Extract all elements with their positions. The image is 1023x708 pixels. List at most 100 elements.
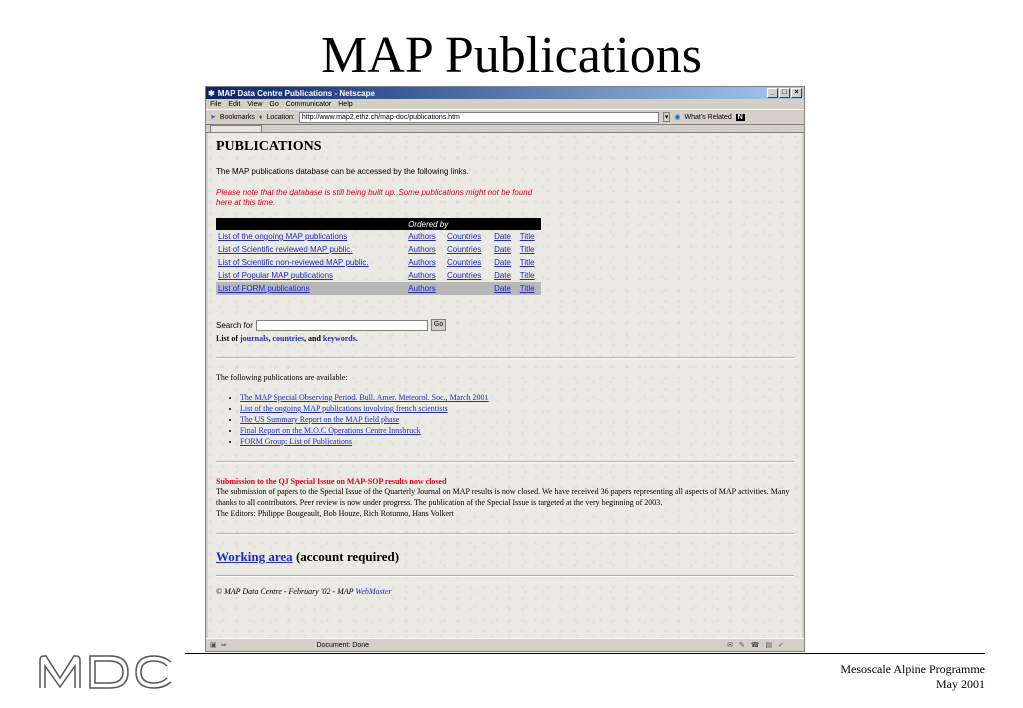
editors-text: The Editors: Philippe Bougeault, Bob Hou… [216, 509, 454, 518]
working-area: Working area (account required) [216, 549, 794, 565]
date-link[interactable]: Date [494, 232, 511, 241]
location-icon: ♦ [258, 113, 263, 121]
go-button[interactable]: Go [430, 319, 447, 331]
list-item: List of the ongoing MAP publications inv… [240, 403, 794, 414]
search-form: Search for Go [216, 319, 794, 331]
close-button[interactable]: × [791, 88, 802, 98]
submission-body: The submission of papers to the Special … [216, 487, 790, 507]
lists-prefix: List of [216, 334, 238, 343]
list-of-links: List of journals, countries, and keyword… [216, 334, 358, 343]
countries-link[interactable]: Countries [447, 271, 481, 280]
publication-lists-table: Ordered by List of the ongoing MAP publi… [216, 218, 541, 295]
keywords-link[interactable]: keywords [323, 334, 356, 343]
title-link[interactable]: Title [520, 258, 535, 267]
location-toolbar: ➤ Bookmarks ♦ Location: http://www.map2.… [206, 109, 804, 125]
working-area-link[interactable]: Working area [216, 549, 293, 564]
date-link[interactable]: Date [494, 258, 511, 267]
date-link[interactable]: Date [494, 271, 511, 280]
menu-view[interactable]: View [247, 101, 262, 108]
progress-icon: ⇒ [220, 642, 227, 649]
copyright: © MAP Data Centre - February '02 - MAP W… [216, 587, 794, 596]
list-link[interactable]: List of the ongoing MAP publications [218, 232, 347, 241]
window-titlebar: ✱ MAP Data Centre Publications - Netscap… [206, 87, 804, 99]
authors-link[interactable]: Authors [408, 271, 436, 280]
countries-link[interactable]: countries [272, 334, 304, 343]
table-row: List of the ongoing MAP publications Aut… [216, 230, 541, 243]
authors-link[interactable]: Authors [408, 284, 436, 293]
intro-text: The MAP publications database can be acc… [216, 167, 469, 176]
whats-related-icon[interactable]: ◉ [674, 113, 680, 121]
url-field[interactable]: http://www.map2.ethz.ch/map-doc/publicat… [298, 111, 659, 123]
netscape-app-icon: ✱ [208, 88, 215, 98]
table-row: List of Popular MAP publications Authors… [216, 269, 541, 282]
publication-link[interactable]: The MAP Special Observing Period. Bull. … [240, 393, 489, 402]
authors-link[interactable]: Authors [408, 232, 436, 241]
countries-link[interactable]: Countries [447, 232, 481, 241]
page-heading: PUBLICATIONS [216, 139, 322, 154]
footer-text: Mesoscale Alpine Programme May 2001 [840, 662, 985, 692]
footer-rule [185, 653, 985, 654]
menu-go[interactable]: Go [269, 101, 278, 108]
mdc-logo [39, 655, 172, 689]
divider [216, 357, 794, 359]
countries-link[interactable]: Countries [447, 258, 481, 267]
publication-link[interactable]: Final Report on the M.O.C Operations Cen… [240, 426, 421, 435]
footer-date: May 2001 [936, 677, 985, 691]
countries-link[interactable]: Countries [447, 245, 481, 254]
menu-help[interactable]: Help [338, 101, 352, 108]
menu-bar: File Edit View Go Communicator Help [206, 99, 804, 109]
minimize-button[interactable]: _ [767, 88, 778, 98]
submission-title: Submission to the QJ Special Issue on MA… [216, 477, 447, 486]
ordered-by-header: Ordered by [406, 218, 541, 230]
bookmarks-icon[interactable]: ➤ [210, 113, 216, 121]
list-item: The MAP Special Observing Period. Bull. … [240, 392, 794, 403]
list-link[interactable]: List of FORM publications [218, 284, 310, 293]
component-bar-icons[interactable]: ✉✎☎▤✓ [727, 641, 790, 649]
title-link[interactable]: Title [520, 232, 535, 241]
slide-title: MAP Publications [321, 27, 702, 84]
status-text: Document: Done [316, 641, 370, 649]
table-row: List of Scientific reviewed MAP public. … [216, 243, 541, 256]
menu-file[interactable]: File [210, 101, 221, 108]
journals-link[interactable]: journals [240, 334, 268, 343]
bookmarks-button[interactable]: Bookmarks [220, 114, 255, 121]
window-title: MAP Data Centre Publications - Netscape [217, 88, 375, 98]
authors-link[interactable]: Authors [408, 258, 436, 267]
authors-link[interactable]: Authors [408, 245, 436, 254]
url-dropdown-icon[interactable]: ▾ [662, 112, 671, 122]
warning-note: Please note that the database is still b… [216, 188, 533, 207]
security-icon[interactable]: ▣ [210, 641, 217, 649]
divider [216, 533, 794, 535]
date-link[interactable]: Date [494, 284, 511, 293]
publication-link[interactable]: The US Summary Report on the MAP field p… [240, 415, 399, 424]
maximize-button[interactable]: □ [779, 88, 790, 98]
divider [216, 461, 794, 463]
whats-related-button[interactable]: What's Related [685, 114, 732, 121]
location-label: Location: [266, 113, 295, 121]
netscape-logo-icon: N [735, 113, 745, 121]
menu-communicator[interactable]: Communicator [286, 101, 332, 108]
search-input[interactable] [255, 319, 428, 331]
list-item: Final Report on the M.O.C Operations Cen… [240, 425, 794, 436]
divider [216, 575, 794, 577]
available-intro: The following publications are available… [216, 373, 348, 382]
browser-window: ✱ MAP Data Centre Publications - Netscap… [205, 86, 805, 652]
page-content: PUBLICATIONS The MAP publications databa… [208, 133, 802, 639]
title-link[interactable]: Title [520, 271, 535, 280]
search-label: Search for [216, 320, 253, 330]
title-link[interactable]: Title [520, 245, 535, 254]
list-link[interactable]: List of Popular MAP publications [218, 271, 333, 280]
publication-link[interactable]: List of the ongoing MAP publications inv… [240, 404, 448, 413]
date-link[interactable]: Date [494, 245, 511, 254]
table-header-row: Ordered by [216, 218, 541, 230]
tab-handle[interactable] [210, 125, 262, 132]
title-link[interactable]: Title [520, 284, 535, 293]
list-link[interactable]: List of Scientific reviewed MAP public. [218, 245, 353, 254]
status-bar: ▣ ⇒ Document: Done ✉✎☎▤✓ [206, 638, 804, 651]
publication-link[interactable]: FORM Group: List of Publications [240, 437, 352, 446]
menu-edit[interactable]: Edit [228, 101, 240, 108]
and-text: and [308, 334, 321, 343]
list-link[interactable]: List of Scientific non-reviewed MAP publ… [218, 258, 369, 267]
working-area-note: (account required) [295, 549, 400, 564]
webmaster-link[interactable]: WebMaster [355, 587, 391, 596]
